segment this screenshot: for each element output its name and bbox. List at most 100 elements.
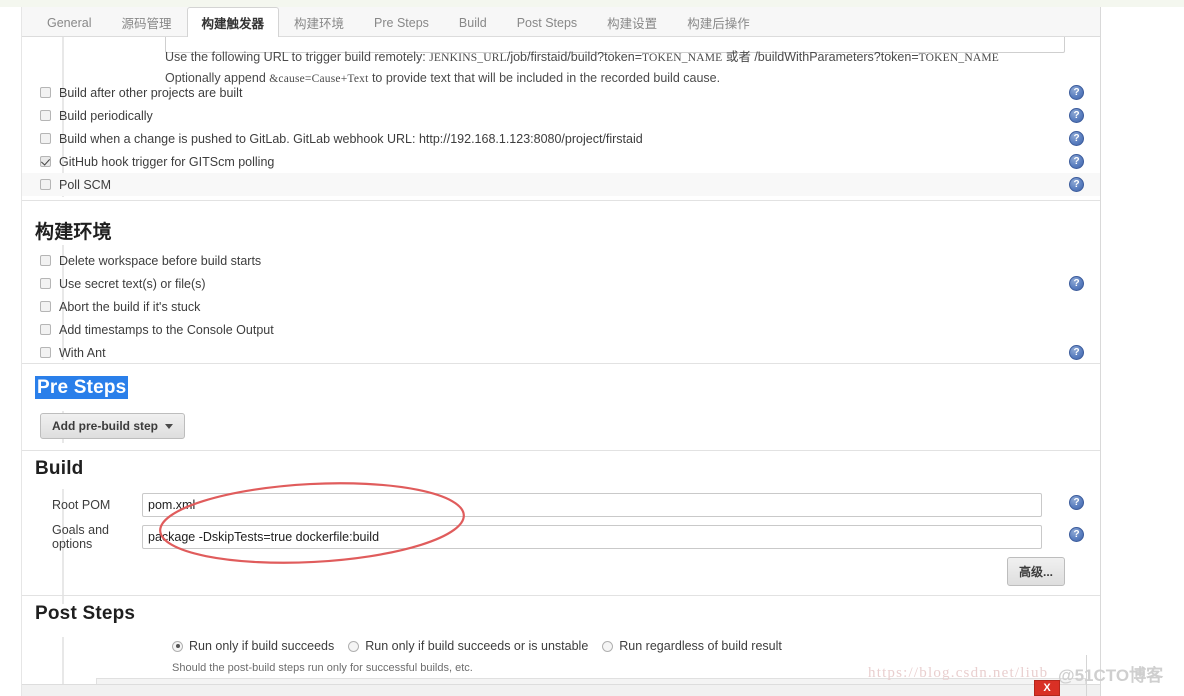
tab-label: Post Steps: [516, 15, 578, 30]
build-environment-row[interactable]: Abort the build if it's stuck: [22, 295, 1100, 318]
tab-7[interactable]: 构建设置: [592, 7, 672, 37]
window-top-strip: [0, 0, 1184, 7]
checkbox-icon[interactable]: [40, 156, 51, 167]
notice-l1-mono3: TOKEN_NAME: [918, 52, 1000, 64]
config-tab-list: General 源码管理 构建触发器 构建环境 Pre Steps Build Post S…: [32, 7, 765, 38]
radio-icon[interactable]: [172, 640, 183, 652]
build-environment-divider: [22, 200, 1100, 201]
tab-3[interactable]: 构建环境: [279, 7, 359, 37]
post-steps-condition-radios: Run only if build succeeds Run only if bu…: [172, 639, 796, 653]
checkbox-icon[interactable]: [40, 133, 51, 144]
build-trigger-row[interactable]: Build when a change is pushed to GitLab.…: [22, 127, 1100, 150]
pre-steps-divider: [22, 363, 1100, 364]
goals-and-options-input[interactable]: [142, 525, 1042, 549]
build-environment-row[interactable]: With Ant: [22, 341, 1100, 364]
tab-2[interactable]: 构建触发器: [186, 7, 280, 38]
page-right-margin: [1100, 7, 1184, 696]
goals-and-options-row: Goals and options: [22, 521, 1100, 553]
post-steps-radio-option[interactable]: Run only if build succeeds or is unstabl…: [348, 639, 588, 653]
post-steps-radio-label: Run regardless of build result: [619, 639, 782, 653]
checkbox-icon[interactable]: [40, 324, 51, 335]
build-trigger-help-icon[interactable]: [1069, 154, 1084, 169]
add-pre-build-step-button[interactable]: Add pre-build step: [40, 413, 185, 439]
build-environment-row[interactable]: Add timestamps to the Console Output: [22, 318, 1100, 341]
build-trigger-help-icon[interactable]: [1069, 108, 1084, 123]
bottom-status-bar: [22, 684, 1100, 696]
post-steps-radio-option[interactable]: Run regardless of build result: [602, 639, 782, 653]
goals-and-options-help-icon[interactable]: [1069, 527, 1084, 542]
checkbox-icon[interactable]: [40, 255, 51, 266]
root-pom-input[interactable]: [142, 493, 1042, 517]
build-trigger-list: Build after other projects are built Buil…: [22, 81, 1100, 196]
close-icon[interactable]: X: [1034, 680, 1060, 696]
tab-1[interactable]: 源码管理: [106, 7, 186, 37]
radio-icon[interactable]: [602, 640, 614, 652]
tab-label: 源码管理: [121, 17, 172, 31]
tab-8[interactable]: 构建后操作: [672, 7, 765, 37]
post-steps-radio-label: Run only if build succeeds or is unstabl…: [365, 639, 589, 653]
build-divider: [22, 450, 1100, 451]
notice-line-1: Use the following URL to trigger build r…: [165, 47, 1085, 68]
build-environment-list: Delete workspace before build starts Use …: [22, 249, 1100, 364]
checkbox-icon[interactable]: [40, 110, 51, 121]
build-trigger-label: Build periodically: [59, 108, 153, 123]
build-environment-label: With Ant: [59, 345, 106, 360]
build-trigger-row[interactable]: Build after other projects are built: [22, 81, 1100, 104]
build-environment-row[interactable]: Use secret text(s) or file(s): [22, 272, 1100, 295]
build-trigger-label: Build when a change is pushed to GitLab.…: [59, 131, 643, 146]
bottom-vertical-rule: [1086, 655, 1087, 696]
build-trigger-label: Build after other projects are built: [59, 85, 243, 100]
tab-5[interactable]: Build: [444, 7, 502, 37]
tab-label: 构建触发器: [201, 17, 265, 31]
notice-l1-mono1: JENKINS_URL: [429, 52, 507, 64]
post-steps-radio-option[interactable]: Run only if build succeeds: [172, 639, 334, 653]
build-trigger-row[interactable]: Poll SCM: [22, 173, 1100, 196]
root-pom-help-icon[interactable]: [1069, 495, 1084, 510]
build-trigger-help-icon[interactable]: [1069, 131, 1084, 146]
advanced-button[interactable]: 高级...: [1007, 557, 1066, 586]
build-environment-help-icon[interactable]: [1069, 345, 1084, 360]
tab-label: Pre Steps: [374, 15, 429, 30]
checkbox-icon[interactable]: [40, 87, 51, 98]
form-rail-poststeps: [62, 637, 64, 689]
build-title: Build: [35, 458, 84, 479]
build-trigger-label: Poll SCM: [59, 177, 112, 192]
build-trigger-row[interactable]: Build periodically: [22, 104, 1100, 127]
tab-0[interactable]: General: [32, 7, 106, 37]
pre-steps-title-text: Pre Steps: [35, 376, 129, 399]
notice-l1-mono2: TOKEN_NAME: [642, 52, 723, 64]
post-steps-title: Post Steps: [35, 603, 136, 624]
tab-label: 构建环境: [294, 17, 345, 31]
pre-steps-title: Pre Steps: [35, 376, 129, 399]
notice-l1-c: 或者 /buildWithParameters?token=: [722, 50, 919, 64]
build-trigger-label: GitHub hook trigger for GITScm polling: [59, 154, 275, 169]
checkbox-icon[interactable]: [40, 278, 51, 289]
root-pom-row: Root POM: [22, 489, 1100, 521]
checkbox-icon[interactable]: [40, 301, 51, 312]
post-steps-hint: Should the post-build steps run only for…: [172, 662, 473, 674]
config-content: Use the following URL to trigger build r…: [22, 37, 1100, 696]
build-environment-help-icon[interactable]: [1069, 276, 1084, 291]
tab-label: 构建后操作: [687, 17, 750, 31]
config-tabbar: General 源码管理 构建触发器 构建环境 Pre Steps Build Post S…: [22, 7, 1100, 38]
build-trigger-help-icon[interactable]: [1069, 177, 1084, 192]
tab-6[interactable]: Post Steps: [502, 7, 592, 37]
build-trigger-row[interactable]: GitHub hook trigger for GITScm polling: [22, 150, 1100, 173]
build-environment-label: Use secret text(s) or file(s): [59, 276, 206, 291]
tab-label: Build: [458, 15, 487, 30]
build-trigger-help-icon[interactable]: [1069, 85, 1084, 100]
goals-and-options-label: Goals and options: [52, 523, 109, 551]
build-environment-row[interactable]: Delete workspace before build starts: [22, 249, 1100, 272]
build-environment-title: 构建环境: [35, 222, 112, 243]
jenkins-job-config-page: General 源码管理 构建触发器 构建环境 Pre Steps Build Post S…: [0, 0, 1184, 696]
checkbox-icon[interactable]: [40, 347, 51, 358]
advanced-button-label: 高级...: [1019, 565, 1054, 579]
checkbox-icon[interactable]: [40, 179, 51, 190]
post-steps-divider: [22, 595, 1100, 596]
radio-icon[interactable]: [348, 640, 360, 652]
build-environment-label: Add timestamps to the Console Output: [59, 322, 274, 337]
tab-4[interactable]: Pre Steps: [359, 7, 444, 37]
post-steps-radio-label: Run only if build succeeds: [189, 639, 335, 653]
notice-l1-b: /job/firstaid/build?token=: [506, 50, 642, 64]
root-pom-label: Root POM: [52, 498, 111, 512]
